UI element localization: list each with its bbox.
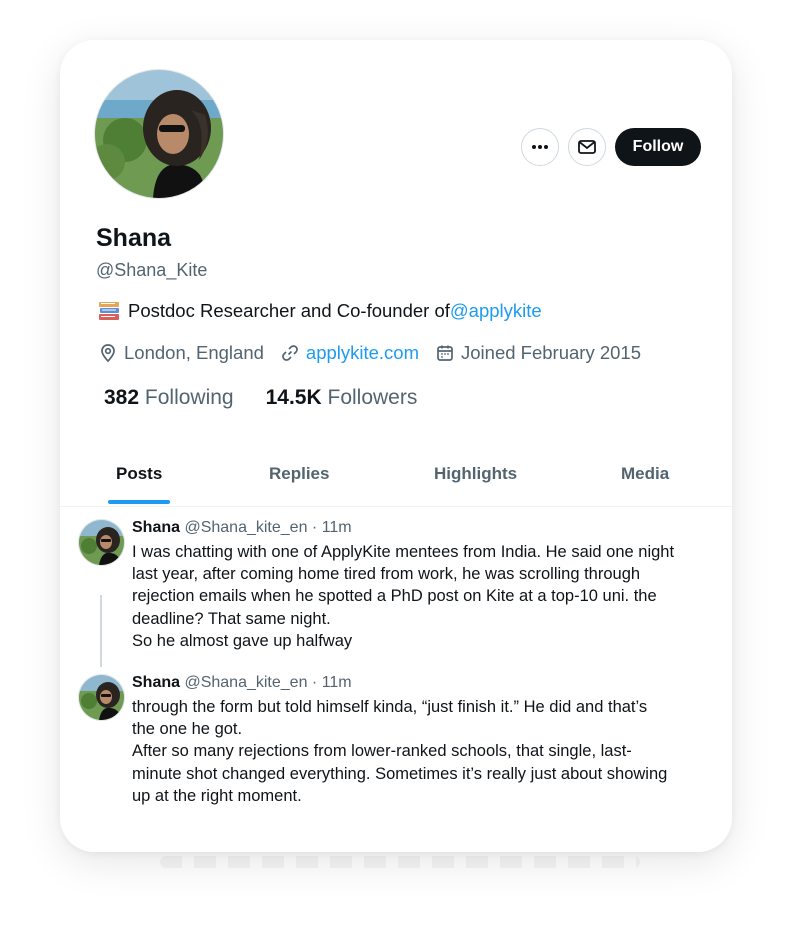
post-meta: @Shana_kite_en · 11m (184, 674, 352, 691)
location: London, England (98, 342, 264, 364)
post-line: minute shot changed everything. Sometime… (132, 764, 668, 783)
books-icon (99, 302, 119, 320)
post-header: Shana @Shana_kite_en · 11m (132, 519, 352, 537)
more-options-button[interactable] (521, 128, 559, 166)
calendar-icon (437, 345, 453, 361)
post-text: through the form but told himself kinda,… (132, 696, 722, 807)
following-link[interactable]: 382 Following (104, 386, 234, 410)
profile-name: Shana (96, 224, 172, 252)
location-text: London, England (124, 342, 264, 363)
post-avatar[interactable] (78, 519, 125, 566)
follow-button[interactable]: Follow (615, 128, 701, 166)
background-blur-strip (160, 856, 640, 868)
post-author-name[interactable]: Shana (132, 674, 180, 691)
more-icon (532, 145, 548, 149)
following-count: 382 (104, 386, 140, 409)
website[interactable]: applykite.com (280, 342, 419, 364)
post-header: Shana @Shana_kite_en · 11m (132, 674, 352, 692)
joined-date: Joined February 2015 (435, 342, 641, 364)
post-line: the one he got. (132, 720, 243, 739)
active-tab-indicator (108, 500, 170, 504)
post-line: rejection emails when he spotted a PhD p… (132, 587, 657, 606)
website-link[interactable]: applykite.com (306, 342, 419, 364)
post-line: After so many rejections from lower-rank… (132, 742, 632, 761)
followers-count: 14.5K (265, 386, 322, 409)
post-line: I was chatting with one of ApplyKite men… (132, 543, 675, 561)
profile-card: Follow Shana @Shana_Kite Postdoc Researc… (60, 40, 732, 852)
post-item[interactable]: Shana @Shana_kite_en · 11m I was chattin… (78, 519, 718, 659)
link-icon (282, 345, 298, 361)
follow-counts: 382 Following 14.5K Followers (104, 386, 417, 410)
tab-posts[interactable]: Posts (116, 464, 162, 484)
post-line: up at the right moment. (132, 786, 302, 805)
post-item[interactable]: Shana @Shana_kite_en · 11m through the f… (78, 674, 718, 814)
post-avatar[interactable] (78, 674, 125, 721)
tab-highlights[interactable]: Highlights (434, 464, 517, 484)
followers-link[interactable]: 14.5K Followers (266, 386, 418, 410)
location-pin-icon (101, 344, 115, 363)
post-line: deadline? That same night. (132, 609, 331, 628)
profile-bio: Postdoc Researcher and Co-founder of @ap… (98, 300, 542, 322)
profile-tabs: Posts Replies Highlights Media (60, 450, 732, 507)
post-line: last year, after coming home tired from … (132, 565, 641, 584)
post-text: I was chatting with one of ApplyKite men… (132, 541, 722, 652)
following-label: Following (144, 386, 234, 409)
post-author-name[interactable]: Shana (132, 519, 180, 536)
followers-label: Followers (327, 386, 418, 409)
profile-avatar[interactable] (94, 69, 224, 199)
post-line: through the form but told himself kinda,… (132, 698, 648, 716)
bio-text: Postdoc Researcher and Co-founder of (128, 300, 450, 321)
post-meta: @Shana_kite_en · 11m (184, 519, 352, 536)
joined-text: Joined February 2015 (461, 342, 641, 363)
mail-icon (578, 140, 596, 154)
tab-replies[interactable]: Replies (269, 464, 329, 484)
message-button[interactable] (568, 128, 606, 166)
tab-media[interactable]: Media (621, 464, 669, 484)
profile-handle: @Shana_Kite (96, 260, 208, 280)
bio-mention-link[interactable]: @applykite (450, 300, 542, 322)
post-line: So he almost gave up halfway (132, 631, 353, 650)
profile-meta: London, England applykite.com Joined Feb… (98, 342, 657, 364)
